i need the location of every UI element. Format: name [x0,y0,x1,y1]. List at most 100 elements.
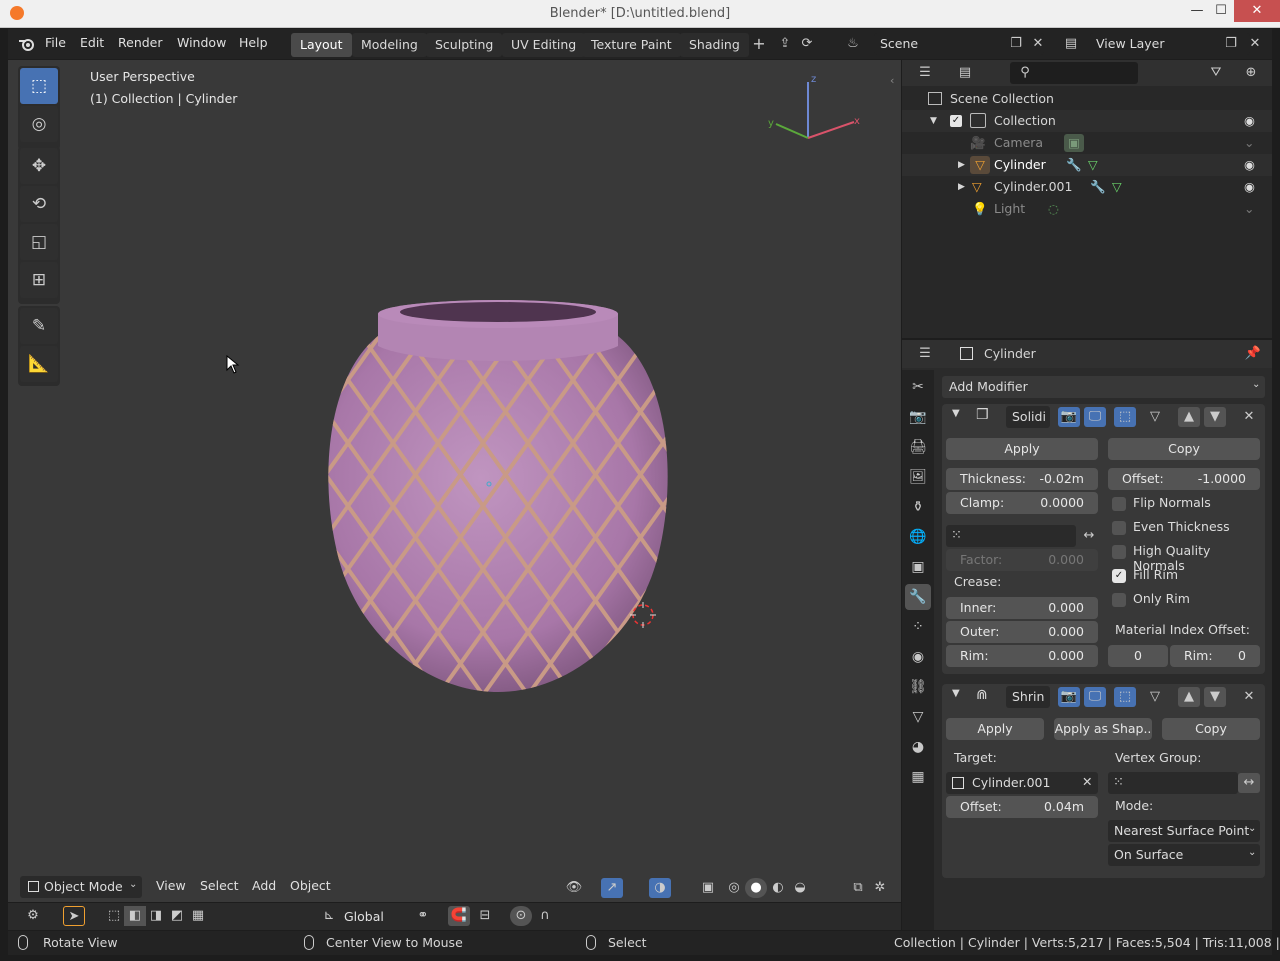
thickness-field[interactable]: Thickness: -0.02m [946,468,1098,490]
scale-tool-icon[interactable]: ◱ [20,224,58,260]
select-tool-icon[interactable]: ➤ [63,906,85,926]
tab-layout[interactable]: Layout [291,33,352,57]
camera-toggle-icon[interactable]: ⧉ [847,878,869,898]
viewport-toggle-icon[interactable]: 🖵 [1084,687,1106,707]
eye-icon[interactable]: ◉ [1244,154,1255,176]
menu-edit[interactable]: Edit [80,35,104,50]
vase-mesh[interactable] [308,296,688,696]
offset-field[interactable]: Offset: -1.0000 [1108,468,1260,490]
pin-icon[interactable]: 📌 [1242,344,1264,364]
select-new-icon[interactable]: ⬚ [103,906,125,926]
filter-icon[interactable]: ⛛ [1205,63,1227,83]
solid-shading-icon[interactable]: ● [745,878,767,898]
data-tab-icon[interactable]: ▽ [905,704,931,730]
material-offset-field[interactable]: 0 [1108,645,1168,667]
texture-tab-icon[interactable]: ▦ [905,764,931,790]
checkbox-icon[interactable]: ✓ [950,115,962,127]
hq-normals-checkbox[interactable] [1112,545,1126,559]
editor-type-icon[interactable]: ☰ [914,63,936,83]
rotate-tool-icon[interactable]: ⟲ [20,186,58,222]
outliner-row-scene-collection[interactable]: Scene Collection [902,88,1272,110]
inner-field[interactable]: Inner: 0.000 [946,597,1098,619]
move-tool-icon[interactable]: ✥ [20,148,58,184]
menu-file[interactable]: File [45,35,66,50]
copy-layer-icon[interactable]: ❐ [1220,34,1242,54]
tool-settings-icon[interactable]: ⚙ [22,906,44,926]
measure-tool-icon[interactable]: 📐 [20,346,58,382]
remove-layer-icon[interactable]: ✕ [1244,34,1266,54]
apply-as-shape-button[interactable]: Apply as Shap.. [1054,718,1152,740]
wrap-method-dropdown[interactable]: Nearest Surface Point [1108,820,1260,842]
select-intersect-icon[interactable]: ▦ [187,906,209,926]
render-region-icon[interactable]: ✲ [869,878,891,898]
eye-icon[interactable]: ◉ [1244,110,1255,132]
wireframe-shading-icon[interactable]: ◎ [723,878,745,898]
select-invert-icon[interactable]: ◩ [166,906,188,926]
proportional-edit-icon[interactable]: ⊙ [510,906,532,926]
cage-toggle-icon[interactable]: ⬚ [1114,687,1136,707]
annotate-tool-icon[interactable]: ✎ [20,308,58,344]
tool-tab-icon[interactable]: ✂ [905,374,931,400]
viewport-menu-add[interactable]: Add [252,878,276,893]
copy-scene-icon[interactable]: ❐ [1005,34,1027,54]
hidden-icon[interactable]: ⌄ [1244,132,1254,154]
material-tab-icon[interactable]: ◕ [905,734,931,760]
navigation-gizmo[interactable]: z x y [758,70,868,160]
physics-tab-icon[interactable]: ◉ [905,644,931,670]
remove-scene-icon[interactable]: ✕ [1027,34,1049,54]
material-rim-field[interactable]: Rim: 0 [1170,645,1260,667]
cursor-tool-icon[interactable]: ◎ [20,106,58,142]
solidify-name-field[interactable]: Solidi [1006,406,1050,428]
move-up-icon[interactable]: ▲ [1178,407,1200,427]
falloff-icon[interactable]: ∩ [534,906,556,926]
outer-field[interactable]: Outer: 0.000 [946,621,1098,643]
particles-tab-icon[interactable]: ⁘ [905,614,931,640]
tab-shading[interactable]: Shading [680,33,749,57]
overlay-icon[interactable]: ◑ [649,878,671,898]
expand-arrow-icon[interactable]: ▶ [958,176,965,198]
outliner-row-light[interactable]: 💡 Light ◌ ⌄ [902,198,1272,220]
render-tab-icon[interactable]: 📷 [905,404,931,430]
gizmo-icon[interactable]: ↗ [601,878,623,898]
upload-icon[interactable]: ⇪ [774,34,796,54]
cage-toggle-icon[interactable]: ⬚ [1114,407,1136,427]
collapse-arrow-icon[interactable]: ▼ [952,688,960,699]
material-shading-icon[interactable]: ◐ [767,878,789,898]
snap-mode-dropdown[interactable]: On Surface [1108,844,1260,866]
editmode-toggle-icon[interactable]: 📷 [1058,407,1080,427]
collapse-arrow-icon[interactable]: ▼ [952,408,960,419]
menu-help[interactable]: Help [239,35,268,50]
outliner-row-cylinder001[interactable]: ▶ ▽ Cylinder.001 🔧 ▽ ◉ [902,176,1272,198]
fill-rim-checkbox[interactable]: ✓ [1112,569,1126,583]
outliner-row-collection[interactable]: ▼ ✓ Collection ◉ [902,110,1272,132]
viewport-menu-view[interactable]: View [156,878,186,893]
refresh-icon[interactable]: ⟳ [796,34,818,54]
scene-tab-icon[interactable]: ⚱ [905,494,931,520]
viewport-menu-select[interactable]: Select [200,878,239,893]
move-down-icon[interactable]: ▼ [1204,687,1226,707]
outliner-row-camera[interactable]: 🎥 Camera ▣ ⌄ [902,132,1272,154]
add-workspace-icon[interactable]: + [748,34,770,54]
transform-tool-icon[interactable]: ⊞ [20,262,58,298]
move-up-icon[interactable]: ▲ [1178,687,1200,707]
editmode-toggle-icon[interactable]: 📷 [1058,687,1080,707]
transform-orientation-dropdown[interactable]: Global [344,909,384,924]
modifier-tab-icon[interactable]: 🔧 [905,584,931,610]
expand-arrow-icon[interactable]: ▼ [930,110,937,132]
menu-window[interactable]: Window [177,35,226,50]
clamp-field[interactable]: Clamp: 0.0000 [946,492,1098,514]
object-tab-icon[interactable]: ▣ [905,554,931,580]
tab-modeling[interactable]: Modeling [352,33,427,57]
outliner-row-cylinder[interactable]: ▶ ▽ Cylinder 🔧 ▽ ◉ [902,154,1272,176]
select-extend-icon[interactable]: ◧ [124,906,146,926]
factor-field[interactable]: Factor: 0.000 [946,549,1098,571]
view-layer-icon[interactable]: ▤ [1060,34,1082,54]
shrinkwrap-name-field[interactable]: Shrin [1006,686,1050,708]
menu-render[interactable]: Render [118,35,163,50]
on-cage-icon[interactable]: ▽ [1144,687,1166,707]
invert-icon[interactable]: ↔ [1238,773,1260,793]
output-tab-icon[interactable]: 🖨 [905,434,931,460]
view-layer-tab-icon[interactable]: 🖼 [905,464,931,490]
flip-normals-checkbox[interactable] [1112,497,1126,511]
maximize-button[interactable]: ☐ [1204,0,1238,22]
